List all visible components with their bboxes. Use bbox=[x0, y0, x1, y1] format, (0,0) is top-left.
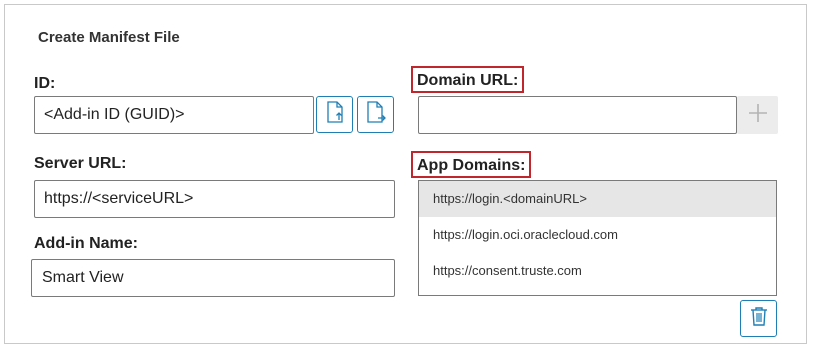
addin-name-input[interactable] bbox=[31, 259, 395, 297]
addin-name-label: Add-in Name: bbox=[34, 235, 138, 252]
domain-list-item[interactable]: https://login.<domainURL> bbox=[419, 181, 776, 217]
add-domain-button[interactable] bbox=[737, 96, 778, 134]
app-domains-label: App Domains: bbox=[411, 151, 532, 178]
domain-url-label: Domain URL: bbox=[411, 66, 525, 93]
file-import-icon bbox=[325, 101, 345, 128]
delete-domain-button[interactable] bbox=[740, 300, 777, 337]
id-input[interactable] bbox=[34, 96, 314, 134]
file-export-icon bbox=[365, 101, 387, 128]
plus-icon bbox=[748, 103, 768, 128]
create-manifest-panel: Create Manifest File ID: Server URL: Add… bbox=[4, 4, 807, 344]
app-domains-list[interactable]: https://login.<domainURL> https://login.… bbox=[418, 180, 777, 296]
panel-title: Create Manifest File bbox=[38, 29, 180, 46]
domain-url-input[interactable] bbox=[418, 96, 737, 134]
trash-icon bbox=[750, 306, 768, 331]
file-export-button[interactable] bbox=[357, 96, 394, 133]
id-label: ID: bbox=[34, 75, 56, 92]
file-import-button[interactable] bbox=[316, 96, 353, 133]
server-url-input[interactable] bbox=[34, 180, 395, 218]
domain-list-item[interactable]: https://consent.truste.com bbox=[419, 253, 776, 289]
domain-list-item[interactable]: https://login.oci.oraclecloud.com bbox=[419, 217, 776, 253]
server-url-label: Server URL: bbox=[34, 155, 127, 172]
